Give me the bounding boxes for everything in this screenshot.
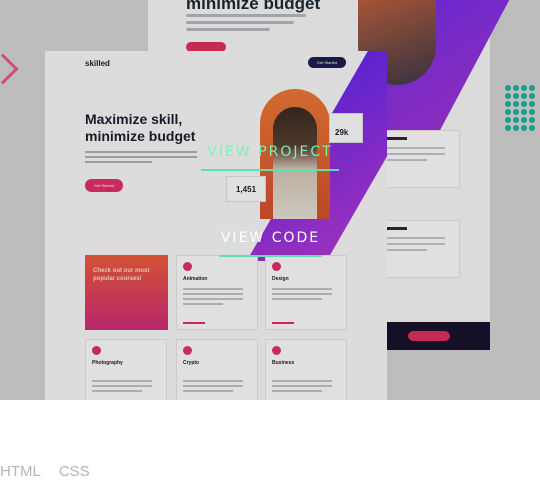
tech-tags: HTML CSS [0, 463, 90, 480]
view-project-underline [201, 169, 339, 171]
view-code-link[interactable]: VIEW CODE [219, 230, 322, 257]
tag-html: HTML [0, 463, 41, 480]
view-project-label: VIEW PROJECT [207, 144, 333, 160]
project-preview: minimize budget skilled Get Started Maxi… [0, 0, 540, 400]
view-code-underline [219, 255, 322, 257]
view-project-link[interactable]: VIEW PROJECT [201, 144, 339, 171]
tag-css: CSS [58, 463, 90, 480]
view-code-label: VIEW CODE [220, 230, 321, 246]
hover-overlay [0, 0, 540, 400]
